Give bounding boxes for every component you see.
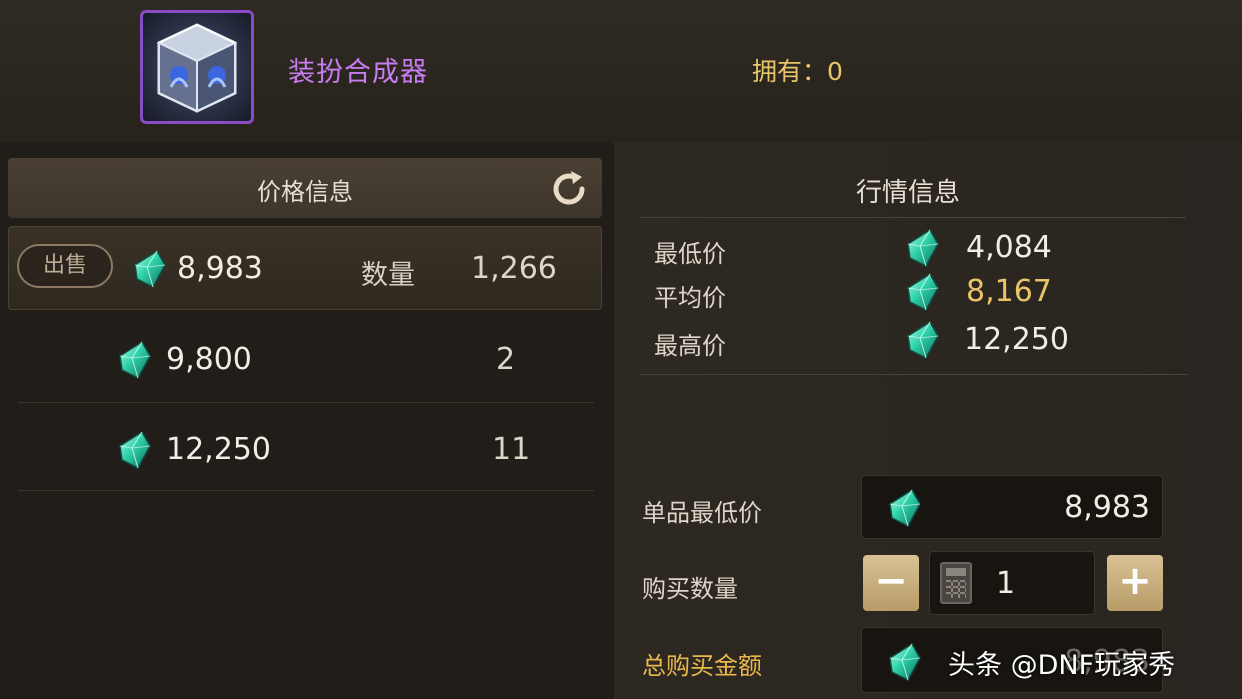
market-panel-title: 行情信息: [856, 178, 961, 208]
watermark: 头条 @DNF玩家秀: [948, 650, 1176, 681]
item-header: 装扮合成器 拥有：0: [0, 0, 1242, 142]
listing-quantity: 2: [496, 342, 516, 377]
item-name: 装扮合成器: [288, 57, 428, 88]
gem-currency-icon: [906, 228, 940, 268]
listing-price: 12,250: [166, 432, 271, 467]
lowest-price-label: 最低价: [654, 240, 726, 268]
highest-price-label: 最高价: [654, 332, 726, 360]
owned-label: 拥有：: [752, 57, 828, 86]
listing-quantity: 1,266: [471, 251, 557, 286]
market-divider: [640, 217, 1186, 218]
market-divider: [640, 374, 1188, 375]
owned-count: 拥有：0: [752, 52, 843, 88]
purchase-quantity-label: 购买数量: [642, 575, 738, 603]
gem-currency-icon: [888, 488, 922, 528]
price-panel-header: 价格信息: [8, 158, 602, 218]
row-divider: [18, 402, 594, 403]
listing-row-selected[interactable]: 出售 8,983 数量 1,266: [8, 226, 602, 310]
increase-quantity-button[interactable]: +: [1107, 555, 1163, 611]
decrease-quantity-button[interactable]: −: [863, 555, 919, 611]
gem-currency-icon: [906, 320, 940, 360]
unit-min-price-field: 8,983: [861, 475, 1163, 539]
listing-price: 8,983: [177, 251, 263, 286]
listing-quantity: 11: [492, 432, 531, 467]
quantity-value: 1: [996, 566, 1016, 601]
price-panel-title: 价格信息: [257, 178, 353, 206]
row-divider: [18, 490, 594, 491]
lowest-price-value: 4,084: [966, 230, 1052, 265]
unit-min-price-value: 8,983: [1064, 490, 1150, 525]
total-amount-label: 总购买金额: [642, 652, 762, 680]
cube-box-icon: [140, 10, 254, 124]
refresh-icon[interactable]: [548, 168, 590, 210]
gem-currency-icon: [888, 642, 922, 682]
gem-currency-icon: [118, 340, 152, 380]
gem-currency-icon: [133, 249, 167, 289]
gem-currency-icon: [118, 430, 152, 470]
quantity-input[interactable]: 1: [929, 551, 1095, 615]
calculator-icon[interactable]: [940, 562, 972, 604]
owned-value: 0: [827, 57, 843, 86]
gem-currency-icon: [906, 272, 940, 312]
average-price-value: 8,167: [966, 274, 1052, 309]
average-price-label: 平均价: [654, 284, 726, 312]
listing-price: 9,800: [166, 342, 252, 377]
highest-price-value: 12,250: [964, 322, 1069, 357]
quantity-label: 数量: [361, 260, 415, 291]
market-panel: [614, 142, 1242, 699]
unit-min-price-label: 单品最低价: [642, 499, 762, 527]
sell-button[interactable]: 出售: [17, 244, 113, 288]
